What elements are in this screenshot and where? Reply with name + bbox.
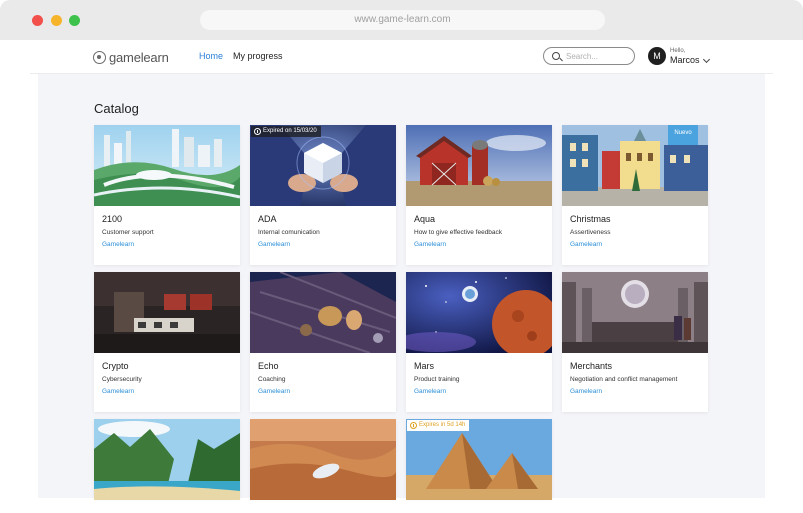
chevron-down-icon[interactable] <box>702 55 711 64</box>
course-subtitle: Cybersecurity <box>102 376 142 383</box>
search-icon <box>552 52 560 60</box>
course-card-merchants[interactable]: Merchants Negotiation and conflict manag… <box>562 272 708 412</box>
card-body: Mars Product training Gamelearn <box>406 353 552 412</box>
course-brand-link[interactable]: Gamelearn <box>414 240 544 249</box>
card-body: Merchants Negotiation and conflict manag… <box>562 353 708 412</box>
browser-chrome: www.game-learn.com <box>0 0 803 40</box>
clock-icon <box>254 128 261 135</box>
pyramids-image <box>406 419 552 500</box>
course-subtitle: Assertiveness <box>570 229 611 236</box>
course-subtitle: Customer support <box>102 229 154 236</box>
course-card-mars[interactable]: Mars Product training Gamelearn <box>406 272 552 412</box>
cathedral-interior-image <box>562 272 708 353</box>
course-brand-link[interactable]: Gamelearn <box>414 387 544 396</box>
course-subtitle: How to give effective feedback <box>414 229 503 236</box>
course-card-island[interactable] <box>94 419 240 500</box>
course-card-echo[interactable]: Echo Coaching Gamelearn <box>250 272 396 412</box>
nav-link-my-progress[interactable]: My progress <box>233 51 283 61</box>
course-card-christmas[interactable]: Nuevo Christmas Assertiveness Gamelearn <box>562 125 708 265</box>
expires-badge-text: Expires in 5d 14h <box>419 422 466 428</box>
card-body: 2100 Customer support Gamelearn <box>94 206 240 265</box>
course-title: Echo <box>258 361 279 371</box>
card-body: Crypto Cybersecurity Gamelearn <box>94 353 240 412</box>
course-thumbnail[interactable] <box>94 419 240 500</box>
course-title: ADA <box>258 214 277 224</box>
course-brand-link[interactable]: Gamelearn <box>102 387 232 396</box>
search-input[interactable] <box>566 50 632 62</box>
course-brand-link[interactable]: Gamelearn <box>258 387 388 396</box>
tropical-island-image <box>94 419 240 500</box>
glowing-cube-hands-image <box>250 125 396 206</box>
course-subtitle: Negotiation and conflict management <box>570 376 678 383</box>
course-title: Aqua <box>414 214 436 224</box>
search-box[interactable] <box>543 47 635 65</box>
expired-badge-text: Expired on 15/03/20 <box>263 128 317 134</box>
course-subtitle: Coaching <box>258 376 286 383</box>
ship-deck-image <box>250 272 396 353</box>
course-card-2100[interactable]: 2100 Customer support Gamelearn <box>94 125 240 265</box>
main-content: Catalog 2100 Customer support Gamelearn … <box>38 74 765 500</box>
card-body: Aqua How to give effective feedback Game… <box>406 206 552 265</box>
course-thumbnail[interactable] <box>406 125 552 206</box>
course-brand-link[interactable]: Gamelearn <box>258 240 388 249</box>
gamelearn-logo[interactable]: gamelearn <box>93 49 169 65</box>
course-thumbnail[interactable]: Expired on 15/03/20 <box>250 125 396 206</box>
desert-dunes-image <box>250 419 396 500</box>
expires-badge: Expires in 5d 14h <box>407 420 470 431</box>
course-thumbnail[interactable] <box>94 125 240 206</box>
address-bar[interactable]: www.game-learn.com <box>200 10 605 30</box>
course-thumbnail[interactable] <box>406 272 552 353</box>
course-thumbnail[interactable]: Nuevo <box>562 125 708 206</box>
close-window-button[interactable] <box>32 15 43 26</box>
browser-window: www.game-learn.com gamelearn Home My pro… <box>0 0 803 513</box>
clock-icon <box>410 422 417 429</box>
course-card-ada[interactable]: Expired on 15/03/20 ADA Internal comunic… <box>250 125 396 265</box>
course-title: Christmas <box>570 214 611 224</box>
course-title: 2100 <box>102 214 123 224</box>
course-card-desert[interactable] <box>250 419 396 500</box>
course-brand-link[interactable]: Gamelearn <box>570 387 700 396</box>
expired-badge: Expired on 15/03/20 <box>251 126 321 137</box>
course-thumbnail[interactable] <box>94 272 240 353</box>
course-thumbnail[interactable]: Expires in 5d 14h <box>406 419 552 500</box>
course-card-pyramids[interactable]: Expires in 5d 14h <box>406 419 552 500</box>
course-subtitle: Product training <box>414 376 460 383</box>
new-badge: Nuevo <box>668 125 698 145</box>
course-title: Crypto <box>102 361 129 371</box>
course-title: Merchants <box>570 361 613 371</box>
logo-text: gamelearn <box>109 49 169 65</box>
mars-space-image <box>406 272 552 353</box>
user-name[interactable]: Marcos <box>670 55 700 65</box>
page-title: Catalog <box>94 101 139 116</box>
maximize-window-button[interactable] <box>69 15 80 26</box>
card-body: Christmas Assertiveness Gamelearn <box>562 206 708 265</box>
minimize-window-button[interactable] <box>51 15 62 26</box>
course-subtitle: Internal comunication <box>258 229 320 236</box>
top-navbar: gamelearn Home My progress M Hello, Marc… <box>30 40 773 74</box>
card-body: Echo Coaching Gamelearn <box>250 353 396 412</box>
course-title: Mars <box>414 361 434 371</box>
app: gamelearn Home My progress M Hello, Marc… <box>30 40 773 513</box>
greeting-label: Hello, <box>670 48 686 54</box>
course-brand-link[interactable]: Gamelearn <box>102 240 232 249</box>
course-card-aqua[interactable]: Aqua How to give effective feedback Game… <box>406 125 552 265</box>
red-barn-image <box>406 125 552 206</box>
course-card-crypto[interactable]: Crypto Cybersecurity Gamelearn <box>94 272 240 412</box>
dark-office-image <box>94 272 240 353</box>
avatar[interactable]: M <box>648 47 666 65</box>
course-brand-link[interactable]: Gamelearn <box>570 240 700 249</box>
course-thumbnail[interactable] <box>562 272 708 353</box>
nav-link-home[interactable]: Home <box>199 51 223 61</box>
futuristic-city-image <box>94 125 240 206</box>
card-body: ADA Internal comunication Gamelearn <box>250 206 396 265</box>
course-thumbnail[interactable] <box>250 419 396 500</box>
logo-icon <box>93 50 106 64</box>
course-thumbnail[interactable] <box>250 272 396 353</box>
